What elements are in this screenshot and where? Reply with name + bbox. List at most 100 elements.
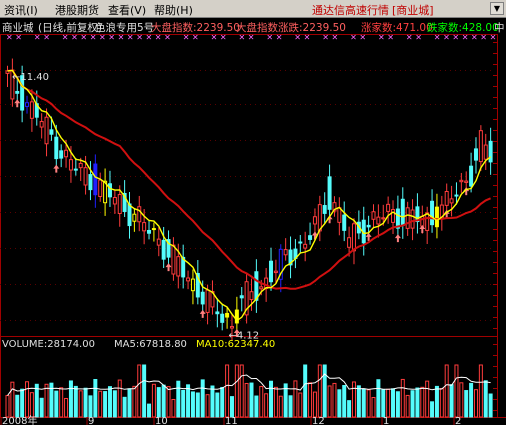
candle-body xyxy=(68,159,73,171)
candle-body xyxy=(449,198,454,204)
candle-body xyxy=(366,224,371,228)
candle-body xyxy=(29,101,34,119)
candle-body xyxy=(147,229,152,234)
volume-ma5-label: MA5:67818.80 xyxy=(114,339,187,350)
candle-body xyxy=(151,228,156,231)
marker-x: ✕ xyxy=(294,33,301,42)
marker-x: ✕ xyxy=(248,33,255,42)
volume-bar xyxy=(454,364,459,418)
candle-body xyxy=(200,291,205,305)
volume-bar xyxy=(186,384,191,418)
volume-bar xyxy=(200,379,205,418)
candle-body xyxy=(376,216,381,225)
volume-bar xyxy=(444,364,449,418)
volume-bar xyxy=(415,387,420,418)
volume-bar xyxy=(356,385,361,418)
volume-bar xyxy=(410,390,415,418)
volume-bar xyxy=(176,380,181,418)
candle-body xyxy=(64,149,69,158)
candle-body xyxy=(488,140,493,163)
signal-arrow xyxy=(165,263,172,272)
volume-bar xyxy=(29,392,34,418)
marker-x: ✕ xyxy=(462,33,469,42)
volume-bar xyxy=(190,391,195,418)
volume-bar xyxy=(293,380,298,418)
marker-x: ✕ xyxy=(415,33,422,42)
marker-x: ✕ xyxy=(90,33,97,42)
candle-body xyxy=(473,148,478,161)
volume-bar xyxy=(229,396,234,418)
volume-bar xyxy=(205,394,210,418)
candle-body xyxy=(39,121,44,128)
volume-bar xyxy=(386,388,391,418)
marker-x: ✕ xyxy=(359,33,366,42)
candle-body xyxy=(112,197,117,205)
kline-chart[interactable]: ✕ ✕ ✕ ✕ ✕ ✕ ✕ ✕ ✕ ✕ ✕ ✕ ✕ ✕ ✕ ✕ ✕ ✕ ✕ ✕ ✕ ✕ ✕ ✕ ✕ ✕ ✕ ✕ ✕ ✕ ✕ ✕ ✕ ✕ ✕ ✕ ✕ ✕ ✕ ✕… xyxy=(0,0,506,425)
volume-bar xyxy=(391,388,396,418)
marker-x: ✕ xyxy=(239,33,246,42)
candle-body xyxy=(25,102,30,107)
volume-bar xyxy=(430,401,435,418)
volume-bar xyxy=(161,384,166,418)
marker-x: ✕ xyxy=(6,33,13,42)
volume-bar xyxy=(225,364,230,418)
volume-bar xyxy=(239,364,244,418)
signal-arrow xyxy=(419,224,426,233)
volume-bar xyxy=(483,380,488,418)
time-label: 2 xyxy=(455,416,461,425)
candle-body xyxy=(464,180,469,183)
marker-x: ✕ xyxy=(471,33,478,42)
marker-x: ✕ xyxy=(406,33,413,42)
marker-x: ✕ xyxy=(490,33,497,42)
volume-bar xyxy=(449,384,454,418)
volume-bar xyxy=(264,393,269,418)
volume-bar xyxy=(269,380,274,418)
candle-body xyxy=(400,198,405,226)
volume-bar xyxy=(73,385,78,418)
marker-x: ✕ xyxy=(183,33,190,42)
candle-body xyxy=(371,211,376,220)
candle-body xyxy=(483,144,488,160)
chart-frame xyxy=(0,34,506,418)
candle-body xyxy=(478,130,483,163)
marker-x: ✕ xyxy=(480,33,487,42)
candle-body xyxy=(386,203,391,212)
marker-x: ✕ xyxy=(71,33,78,42)
volume-bar xyxy=(464,390,469,418)
volume-bar xyxy=(93,379,98,418)
marker-x: ✕ xyxy=(146,33,153,42)
candle-body xyxy=(107,183,112,198)
marker-x: ✕ xyxy=(118,33,125,42)
volume-bar xyxy=(244,382,249,418)
candle-body xyxy=(186,277,191,282)
volume-bar xyxy=(425,380,430,418)
candle-body xyxy=(142,222,147,232)
candle-body xyxy=(444,191,449,206)
volume-bar xyxy=(220,386,225,418)
marker-x: ✕ xyxy=(127,33,134,42)
marker-x: ✕ xyxy=(322,33,329,42)
candle-body xyxy=(283,249,288,256)
marker-x: ✕ xyxy=(80,33,87,42)
marker-x: ✕ xyxy=(136,33,143,42)
volume-bar xyxy=(400,378,405,418)
volume-bar xyxy=(420,386,425,418)
marker-x: ✕ xyxy=(434,33,441,42)
volume-bar xyxy=(332,382,337,418)
volume-bar xyxy=(44,383,49,418)
volume-bar xyxy=(439,388,444,418)
candle-body xyxy=(337,207,342,223)
volume-bar xyxy=(312,391,317,418)
candle-body xyxy=(190,278,195,292)
time-label: 1 xyxy=(383,416,389,425)
candle-body xyxy=(73,168,78,171)
volume-bar xyxy=(98,390,103,418)
volume-bar xyxy=(39,397,44,418)
candle-body xyxy=(156,238,161,246)
candle-body xyxy=(351,223,356,252)
marker-x: ✕ xyxy=(266,33,273,42)
volume-bar xyxy=(5,395,10,418)
marker-x: ✕ xyxy=(378,33,385,42)
candle-body xyxy=(44,116,49,145)
marker-x: ✕ xyxy=(304,33,311,42)
